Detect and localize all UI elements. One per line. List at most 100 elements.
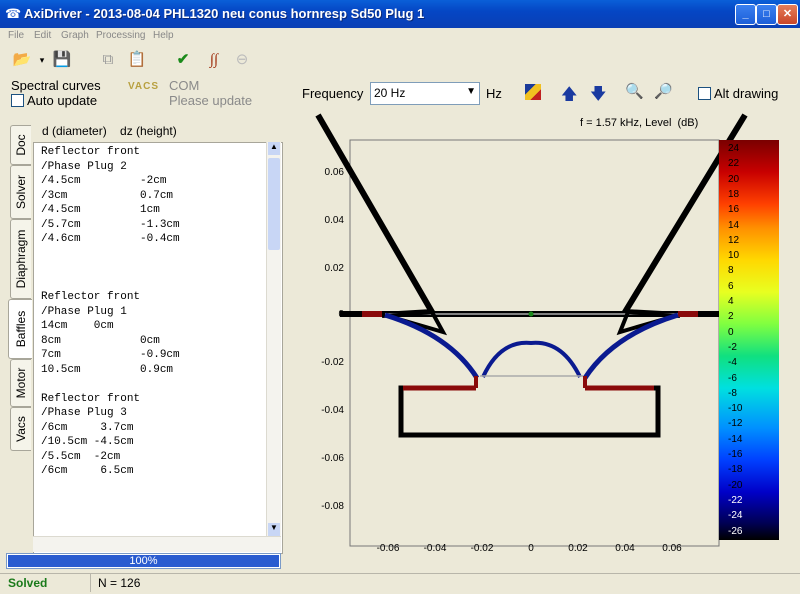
com-label: COM [169,78,200,93]
colorbar-tick-label: -18 [728,464,743,476]
x-tick-label: -0.06 [377,543,400,554]
paste-icon[interactable]: 📋 [127,50,147,70]
frequency-value: 20 Hz [374,86,406,100]
colormap-icon[interactable] [525,84,541,100]
y-tick-label: -0.02 [321,357,344,368]
scroll-down-icon[interactable]: ▼ [268,523,280,536]
y-tick-label: -0.04 [321,405,344,416]
colorbar-tick-label: -4 [728,357,737,369]
colorbar-tick-label: -8 [728,387,737,399]
minimize-button[interactable]: _ [735,4,756,25]
menu-help[interactable]: Help [153,30,174,41]
colorbar-tick-label: 8 [728,265,734,277]
maximize-button[interactable]: □ [756,4,777,25]
x-tick-label: 0 [528,543,534,554]
frequency-select[interactable]: 20 Hz ▼ [370,82,480,105]
colorbar-tick-label: -16 [728,449,743,460]
colorbar-tick-label: 12 [728,234,740,246]
colorbar-tick-label: 2 [728,311,734,323]
alt-drawing-label: Alt drawing [714,86,779,101]
colorbar-tick-label: 18 [728,188,740,200]
motor-box [398,385,661,438]
dropdown-arrow-icon[interactable]: ▾ [32,50,52,70]
window-title: AxiDriver - 2013-08-04 PHL1320 neu conus… [24,6,425,21]
tab-motor[interactable]: Motor [10,359,31,407]
colorbar: 24 22 20 18 16 14 12 10 8 6 4 2 0 -2 -4 -6 -8 -10 -12 -14 -1… [719,140,779,540]
scroll-thumb[interactable] [268,158,280,250]
tab-solver[interactable]: Solver [10,165,31,219]
tab-baffles-label: Baffles [13,310,28,348]
save-icon[interactable]: 💾 [52,50,72,70]
zoom-in-icon[interactable]: 🔍 [625,82,644,100]
status-count: N = 126 [98,576,141,590]
right-blue-horn [582,312,679,380]
chevron-down-icon: ▼ [466,86,476,97]
colorbar-tick-label: -20 [728,479,743,491]
y-tick-label: 0.06 [325,167,345,178]
auto-update-label: Auto update [27,93,98,108]
colorbar-tick-label: 0 [728,326,734,338]
tab-solver-label: Solver [14,174,28,210]
origin-point [528,311,534,317]
tab-doc[interactable]: Doc [10,125,31,165]
tab-diaphragm[interactable]: Diaphragm [10,219,31,299]
colorbar-tick-label: -24 [728,510,743,522]
toolbar: 📂 ▾ 💾 ⧉ 📋 ✔ ∫∫ ⊖ [0,44,800,74]
menu-processing[interactable]: Processing [96,30,145,41]
auto-update-checkbox[interactable] [11,94,24,107]
progress-bar: 100% [6,553,281,569]
copy-icon[interactable]: ⧉ [98,50,118,70]
colorbar-tick-label: 16 [728,204,740,216]
hz-label: Hz [486,86,502,101]
integral-icon[interactable]: ∫∫ [204,50,224,70]
title-bar: ☎ AxiDriver - 2013-08-04 PHL1320 neu con… [0,0,800,28]
y-tick-label: 0.04 [325,215,345,226]
menu-edit[interactable]: Edit [34,30,51,41]
x-tick-label: 0.04 [615,543,635,554]
colorbar-tick-label: -6 [728,372,737,384]
stop-icon[interactable]: ⊖ [232,50,252,70]
arrow-down-icon[interactable]: 🡇 [590,83,606,110]
baffle-text-editor[interactable]: Reflector front /Phase Plug 2 /4.5cm -2c… [33,142,283,554]
left-blue-horn [384,312,480,380]
menu-graph[interactable]: Graph [61,30,89,41]
tab-motor-label: Motor [14,367,28,399]
colorbar-tick-label: -12 [728,418,743,430]
colorbar-tick-label: -10 [728,403,743,415]
colorbar-tick-label: 20 [728,173,740,185]
menu-file[interactable]: File [8,30,24,41]
tab-baffles[interactable]: Baffles [8,299,32,359]
tab-vacs[interactable]: Vacs [10,407,31,451]
editor-text[interactable]: Reflector front /Phase Plug 2 /4.5cm -2c… [34,143,282,551]
colorbar-tick-label: -22 [728,494,743,506]
frequency-label: Frequency [302,86,364,101]
vertical-scrollbar[interactable]: ▲ ▼ [266,142,281,536]
x-tick-label: 0.06 [662,543,682,554]
zoom-out-icon[interactable]: 🔎 [654,82,673,100]
menu-bar: File Edit Graph Processing Help [0,28,800,44]
open-folder-icon[interactable]: 📂 [12,50,32,70]
y-tick-label: 0.02 [325,263,345,274]
progress-label: 100% [129,555,158,567]
scroll-up-icon[interactable]: ▲ [268,142,280,155]
check-icon[interactable]: ✔ [173,50,193,70]
status-state: Solved [8,576,48,590]
colorbar-tick-label: -2 [728,341,737,353]
tab-diaphragm-label: Diaphragm [14,229,28,289]
x-tick-label: -0.02 [471,543,494,554]
horn-geometry [315,113,748,438]
close-button[interactable]: ✕ [777,4,798,25]
colorbar-tick-label: 4 [728,296,734,307]
tab-doc-label: Doc [14,134,28,156]
colorbar-tick-label: -14 [728,433,743,445]
colorbar-tick-label: 10 [728,250,740,262]
tab-vacs-label: Vacs [14,416,28,442]
colorbar-tick-label: 22 [728,158,740,170]
status-bar: Solved N = 126 [0,573,800,594]
arrow-up-icon[interactable]: 🡅 [561,83,577,110]
alt-drawing-checkbox[interactable] [698,87,711,100]
vacs-icon[interactable]: VACS [128,82,158,92]
y-tick-label: -0.06 [321,453,344,464]
colorbar-tick-label: -26 [728,525,743,537]
horizontal-scrollbar[interactable] [33,536,281,552]
